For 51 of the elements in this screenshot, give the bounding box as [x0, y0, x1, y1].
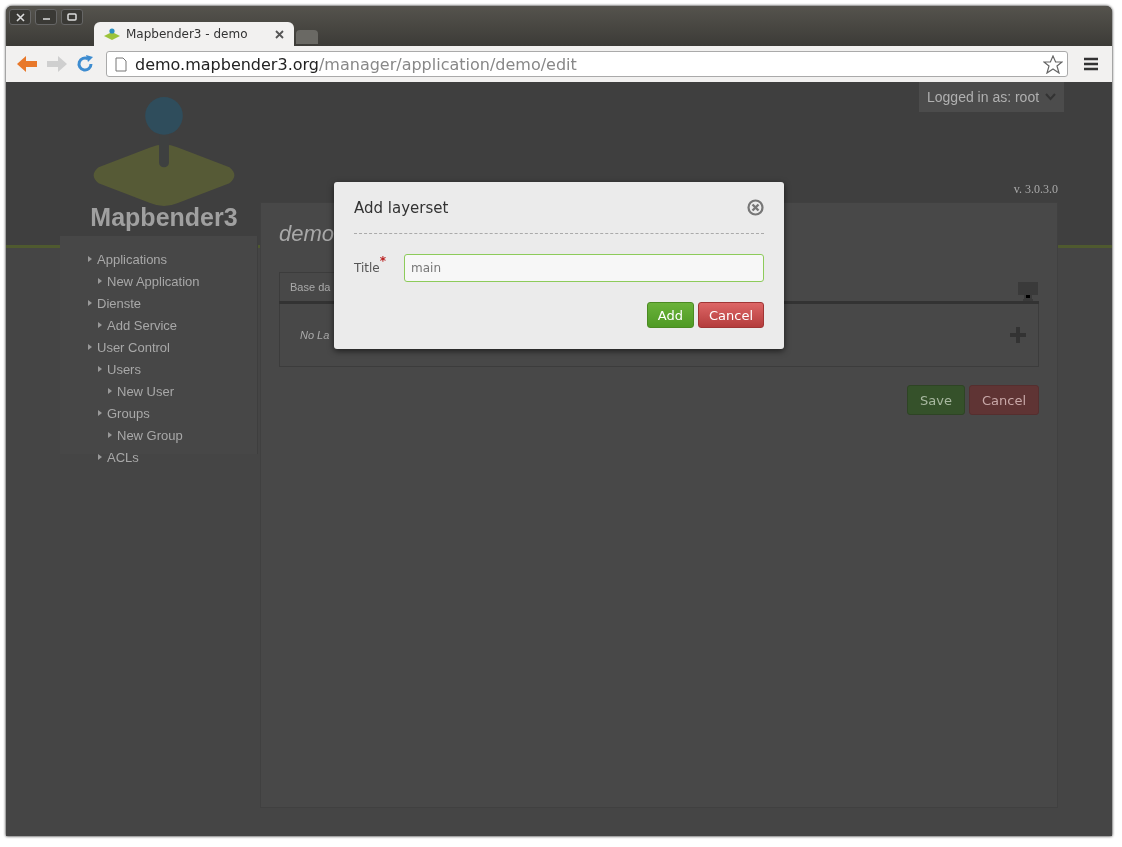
version-text: v. 3.0.3.0 [1013, 182, 1058, 197]
maximize-button[interactable] [61, 9, 83, 25]
minimize-button[interactable] [35, 9, 57, 25]
page-title: demo [279, 221, 335, 246]
sidebar-item[interactable]: Dienste [97, 295, 142, 311]
back-icon[interactable] [16, 55, 38, 73]
sidebar-item[interactable]: Add Service [107, 317, 178, 333]
sidebar-item[interactable]: New User [117, 383, 175, 399]
menu-icon[interactable] [1084, 57, 1098, 71]
triangle-icon [88, 300, 92, 306]
empty-message: No La [300, 329, 330, 341]
logo-icon [104, 28, 120, 40]
user-menu[interactable]: Logged in as: root [919, 82, 1064, 112]
sidebar-item[interactable]: New Application [107, 273, 200, 289]
form-button[interactable]: Cancel [968, 385, 1039, 415]
triangle-icon [98, 410, 102, 416]
chevron-down-icon [1045, 93, 1056, 101]
address-bar[interactable]: demo.mapbender3.org/manager/application/demo/edit [106, 51, 1068, 77]
triangle-icon [88, 256, 92, 262]
triangle-icon [88, 344, 92, 350]
url-text: demo.mapbender3.org/manager/application/demo/edit [135, 54, 578, 74]
form-button[interactable]: Save [907, 385, 965, 415]
monitor-icon[interactable] [1017, 281, 1039, 301]
maximize-icon [67, 12, 77, 22]
sidebar-item[interactable]: ACLs [107, 449, 139, 465]
triangle-icon [98, 454, 102, 460]
sidebar-item[interactable]: New Group [117, 427, 183, 443]
reload-icon[interactable] [76, 55, 94, 73]
bookmark-star-icon[interactable] [1043, 54, 1063, 74]
triangle-icon [108, 388, 112, 394]
triangle-icon [98, 366, 102, 372]
sidebar-item[interactable]: Applications [97, 251, 168, 267]
page-icon [115, 56, 127, 72]
dialog-title: Add layerset [354, 198, 449, 217]
triangle-icon [98, 322, 102, 328]
dialog-button[interactable]: Add [646, 302, 694, 328]
sidebar-item[interactable]: User Control [97, 339, 170, 355]
title-input[interactable]: main [404, 254, 764, 282]
triangle-icon [108, 432, 112, 438]
browser-tab[interactable]: Mapbender3 - demo [94, 22, 294, 46]
sidebar-item[interactable]: Groups [107, 405, 150, 421]
close-icon[interactable] [747, 199, 764, 216]
close-button[interactable] [9, 9, 31, 25]
required-mark: * [379, 254, 386, 268]
field-label: Title [354, 261, 380, 275]
close-tab-icon[interactable] [275, 29, 284, 39]
dialog-button[interactable]: Cancel [697, 302, 764, 328]
sidebar-item[interactable]: Users [107, 361, 141, 377]
close-icon [15, 12, 25, 22]
logo-text: Mapbender3 [90, 203, 238, 232]
triangle-icon [98, 278, 102, 284]
